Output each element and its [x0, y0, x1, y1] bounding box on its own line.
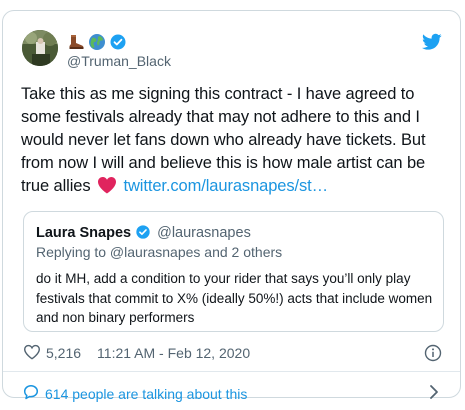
twitter-bird-icon[interactable]: [422, 33, 442, 51]
boot-icon: [67, 33, 85, 51]
divider: [3, 371, 460, 372]
info-icon[interactable]: [424, 344, 442, 362]
quoted-tweet[interactable]: Laura Snapes @laurasnapes Replying to @l…: [23, 211, 444, 332]
red-heart-icon: [97, 176, 117, 194]
quoted-author-name[interactable]: Laura Snapes: [36, 225, 131, 241]
quoted-tweet-header: Laura Snapes @laurasnapes: [36, 224, 251, 241]
avatar[interactable]: [22, 30, 58, 66]
talking-about-label: 614 people are talking about this: [45, 385, 248, 402]
username[interactable]: @Truman_Black: [67, 53, 171, 69]
speech-bubble-icon: [23, 384, 39, 403]
tweet-link[interactable]: twitter.com/laurasnapes/st…: [124, 177, 329, 195]
heart-outline-icon[interactable]: [23, 344, 41, 363]
earth-globe-icon: [88, 33, 106, 51]
tweet-text: Take this as me signing this contract - …: [21, 83, 446, 198]
quoted-tweet-text: do it MH, add a condition to your rider …: [36, 271, 433, 325]
quoted-author-handle[interactable]: @laurasnapes: [157, 225, 251, 241]
tweet-meta-row: 5,216 11:21 AM - Feb 12, 2020: [23, 344, 250, 362]
display-name-row[interactable]: [67, 33, 127, 51]
embedded-tweet-card: @Truman_Black Take this as me signing th…: [2, 10, 461, 402]
talking-about-link[interactable]: 614 people are talking about this: [23, 384, 247, 403]
like-count[interactable]: 5,216: [46, 345, 81, 361]
chevron-right-icon[interactable]: [428, 384, 440, 400]
tweet-timestamp[interactable]: 11:21 AM - Feb 12, 2020: [97, 345, 250, 361]
verified-badge-icon: [109, 33, 127, 51]
quoted-reply-line: Replying to @laurasnapes and 2 others: [36, 244, 283, 260]
verified-badge-icon: [135, 224, 151, 241]
